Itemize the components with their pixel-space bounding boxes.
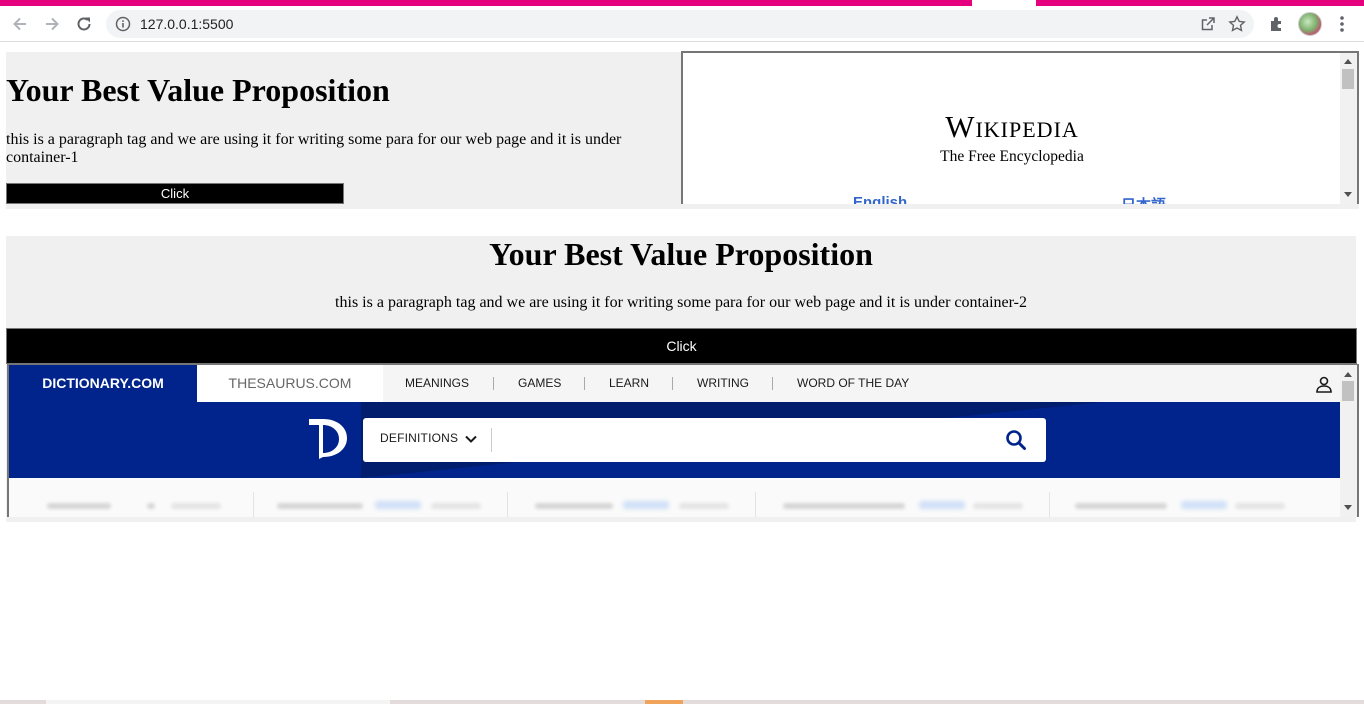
trending-separator	[755, 492, 756, 517]
search-divider	[491, 428, 492, 452]
nav-separator	[493, 377, 494, 390]
nav-learn[interactable]: LEARN	[609, 365, 649, 402]
scroll-thumb[interactable]	[1342, 381, 1354, 401]
forward-icon	[46, 17, 59, 31]
scroll-up-arrow[interactable]	[1344, 59, 1352, 64]
wikipedia-lang-japanese[interactable]: 日本語	[1121, 194, 1166, 204]
dictionary-search-box[interactable]: DEFINITIONS	[363, 418, 1046, 462]
forward-button[interactable]	[39, 11, 65, 37]
container-1-click-button[interactable]: Click	[6, 183, 344, 204]
trending-word	[147, 503, 155, 509]
tab-dictionary[interactable]: DICTIONARY.COM	[9, 365, 197, 402]
scroll-down-arrow[interactable]	[1344, 192, 1352, 197]
trending-word	[1235, 503, 1285, 509]
info-icon[interactable]	[115, 16, 131, 32]
nav-separator	[672, 377, 673, 390]
trending-separator	[1049, 492, 1050, 517]
wikipedia-scrollbar[interactable]	[1340, 53, 1357, 204]
trending-graph	[623, 501, 669, 509]
taskbar-item[interactable]	[46, 700, 390, 704]
container-2-click-button[interactable]: Click	[6, 328, 1357, 364]
container-1-paragraph: this is a paragraph tag and we are using…	[6, 131, 622, 166]
trending-word	[47, 503, 111, 509]
share-icon[interactable]	[1200, 16, 1216, 32]
definitions-dropdown[interactable]: DEFINITIONS	[380, 431, 458, 445]
extensions-icon[interactable]	[1268, 15, 1286, 33]
nav-separator	[584, 377, 585, 390]
wikipedia-logo[interactable]: Wikipedia	[683, 109, 1341, 145]
trending-separator	[253, 492, 254, 517]
wikipedia-lang-english[interactable]: English	[853, 194, 907, 204]
reload-icon	[77, 17, 91, 31]
taskbar-item[interactable]	[645, 700, 683, 704]
user-icon[interactable]	[1315, 375, 1333, 393]
trending-word	[1075, 503, 1167, 509]
star-icon[interactable]	[1228, 15, 1246, 33]
search-icon[interactable]	[1005, 429, 1027, 451]
url-text: 127.0.0.1:5500	[140, 16, 234, 32]
scroll-up-arrow[interactable]	[1344, 372, 1352, 377]
search-area: DEFINITIONS	[9, 402, 1343, 478]
reload-button[interactable]	[71, 11, 97, 37]
dictionary-iframe[interactable]: DICTIONARY.COM THESAURUS.COM MEANINGS GA…	[7, 364, 1359, 517]
trending-word	[535, 503, 613, 509]
trending-word	[973, 503, 1023, 509]
nav-word-of-the-day[interactable]: WORD OF THE DAY	[797, 365, 909, 402]
trending-graph	[919, 501, 965, 509]
profile-avatar[interactable]	[1298, 12, 1322, 36]
dictionary-scrollbar[interactable]	[1340, 365, 1357, 517]
tab-thesaurus[interactable]: THESAURUS.COM	[197, 365, 383, 402]
chevron-down-icon[interactable]	[464, 432, 478, 446]
container-2-paragraph: this is a paragraph tag and we are using…	[335, 294, 1027, 311]
trending-word	[783, 503, 905, 509]
address-bar[interactable]: 127.0.0.1:5500	[106, 10, 1254, 38]
trending-words-strip	[9, 478, 1343, 517]
trending-word	[679, 503, 729, 509]
trending-word	[277, 503, 363, 509]
back-icon	[13, 17, 26, 31]
trending-graph	[1181, 501, 1227, 509]
trending-separator	[507, 492, 508, 517]
browser-toolbar: 127.0.0.1:5500	[0, 6, 1364, 42]
scroll-down-arrow[interactable]	[1344, 505, 1352, 510]
menu-icon[interactable]	[1334, 14, 1350, 34]
trending-graph	[375, 501, 421, 509]
container-2-title: Your Best Value Proposition	[489, 236, 873, 272]
nav-writing[interactable]: WRITING	[697, 365, 749, 402]
trending-word	[431, 503, 481, 509]
scroll-thumb[interactable]	[1342, 69, 1354, 89]
container-1-title: Your Best Value Proposition	[6, 72, 390, 108]
trending-word	[171, 503, 221, 509]
back-button[interactable]	[7, 11, 33, 37]
wikipedia-iframe[interactable]: Wikipedia The Free Encyclopedia English …	[681, 51, 1359, 204]
wikipedia-tagline: The Free Encyclopedia	[940, 148, 1084, 165]
dictionary-logo-icon[interactable]	[309, 417, 347, 459]
os-taskbar	[0, 700, 1364, 704]
nav-separator	[772, 377, 773, 390]
nav-meanings[interactable]: MEANINGS	[405, 365, 469, 402]
nav-games[interactable]: GAMES	[518, 365, 561, 402]
